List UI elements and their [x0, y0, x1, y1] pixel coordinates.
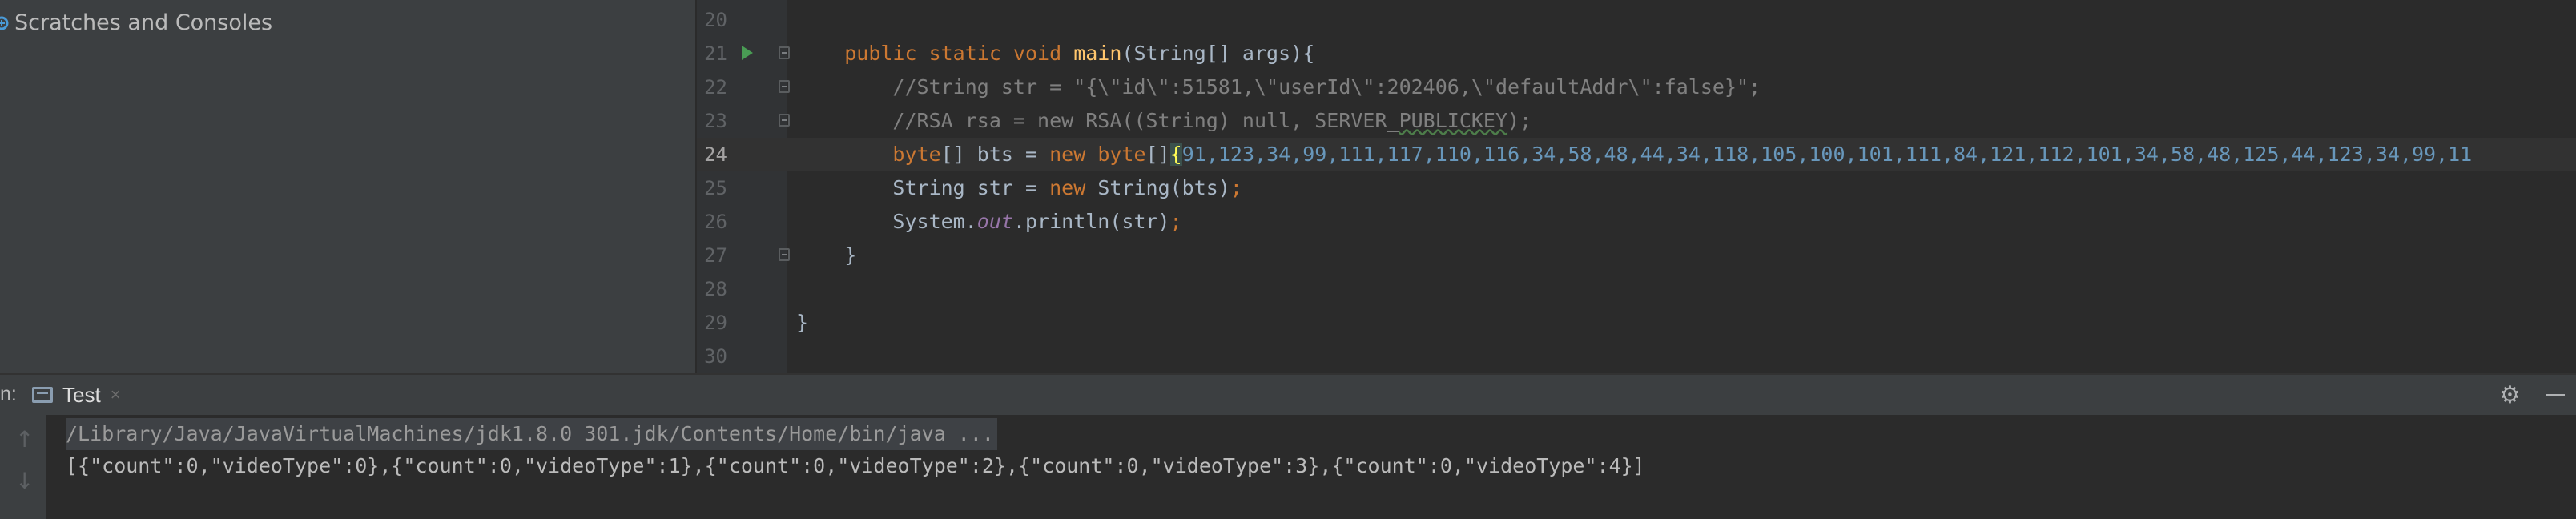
run-tab-label: Test [62, 382, 101, 407]
run-tool-window-header: n: Test × ⚙ [0, 373, 2576, 415]
line-number: 24 [704, 143, 727, 166]
gear-icon[interactable]: ⚙ [2499, 381, 2521, 409]
scratches-icon [0, 14, 13, 31]
console-output-line: [{"count":0,"videoType":0},{"count":0,"v… [66, 454, 1645, 477]
line-number: 26 [704, 211, 727, 233]
scratches-label: Scratches and Consoles [14, 10, 273, 35]
run-console[interactable]: ↑ ↓ /Library/Java/JavaVirtualMachines/jd… [0, 415, 2576, 519]
down-arrow-icon[interactable]: ↓ [15, 468, 34, 494]
line-number: 25 [704, 177, 727, 199]
line-number: 23 [704, 110, 727, 132]
code-line: byte[] bts = new byte[]{91,123,34,99,111… [892, 143, 2473, 166]
console-command-line[interactable]: /Library/Java/JavaVirtualMachines/jdk1.8… [66, 418, 997, 450]
code-line: System.out.println(str); [892, 210, 1182, 233]
code-editor[interactable]: 20 21 public static void main(String[] a… [697, 0, 2576, 373]
console-toolbar: ↑ ↓ [0, 415, 46, 519]
code-line: //String str = "{\"id\":51581,\"userId\"… [892, 75, 1761, 99]
line-number: 21 [704, 42, 727, 65]
editor-line: 23 //RSA rsa = new RSA((String) null, SE… [697, 104, 2576, 138]
editor-line-current: 24 byte[] bts = new byte[]{91,123,34,99,… [697, 138, 2576, 171]
close-icon[interactable]: × [111, 384, 121, 405]
editor-line: 22 //String str = "{\"id\":51581,\"userI… [697, 70, 2576, 104]
code-line: } [796, 311, 809, 334]
line-number: 20 [704, 9, 727, 31]
run-tab-test[interactable]: Test × [32, 375, 121, 415]
up-arrow-icon[interactable]: ↑ [15, 426, 34, 453]
editor-line: 30 [697, 340, 2576, 373]
line-number: 29 [704, 312, 727, 334]
run-main-icon[interactable] [742, 46, 753, 60]
code-line: //RSA rsa = new RSA((String) null, SERVE… [892, 109, 1532, 132]
fold-icon[interactable] [779, 46, 790, 59]
line-number: 30 [704, 345, 727, 368]
tree-item-scratches[interactable]: Scratches and Consoles [0, 8, 272, 37]
editor-line: 25 String str = new String(bts); [697, 171, 2576, 205]
editor-line: 28 [697, 272, 2576, 306]
editor-line: 26 System.out.println(str); [697, 205, 2576, 239]
run-config-icon [32, 387, 53, 403]
code-line: public static void main(String[] args){ [844, 42, 1315, 65]
line-number: 28 [704, 278, 727, 300]
line-number: 27 [704, 244, 727, 267]
editor-line: 29 } [697, 306, 2576, 340]
fold-icon[interactable] [779, 248, 790, 261]
run-panel-prefix: n: [0, 383, 17, 405]
minimize-icon[interactable] [2546, 394, 2565, 396]
editor-line: 20 [697, 3, 2576, 37]
code-line: } [844, 243, 857, 267]
fold-icon[interactable] [779, 80, 790, 93]
editor-line: 21 public static void main(String[] args… [697, 37, 2576, 70]
fold-icon[interactable] [779, 114, 790, 127]
project-panel: Scratches and Consoles [0, 0, 697, 373]
editor-line: 27 } [697, 239, 2576, 272]
code-line: String str = new String(bts); [892, 176, 1242, 199]
line-number: 22 [704, 76, 727, 99]
